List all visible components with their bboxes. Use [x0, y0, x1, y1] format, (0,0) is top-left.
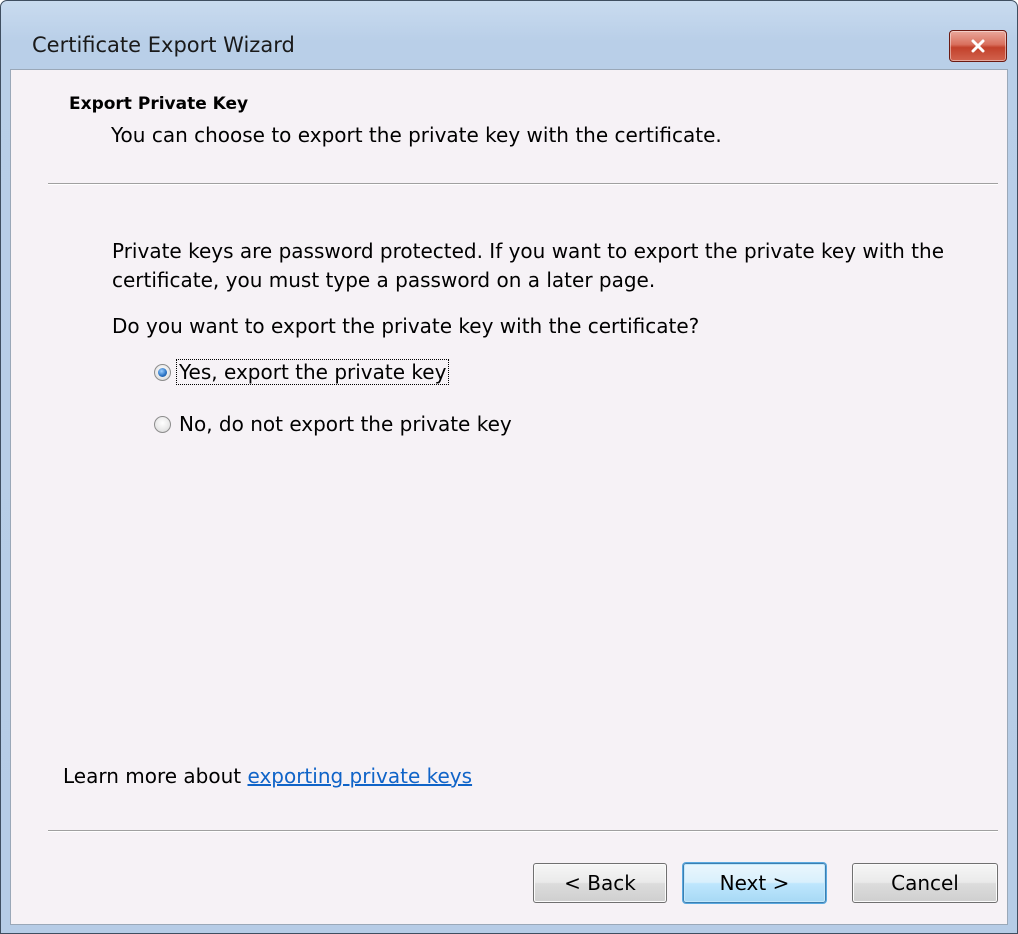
wizard-page: Export Private Key You can choose to exp… — [10, 69, 1008, 925]
back-button[interactable]: < Back — [533, 863, 667, 903]
page-heading: Export Private Key — [69, 94, 249, 114]
footer-divider — [48, 830, 998, 832]
title-bar[interactable]: Certificate Export Wizard — [1, 1, 1017, 69]
wizard-window: Certificate Export Wizard Export Private… — [0, 0, 1018, 934]
radio-no-label[interactable]: No, do not export the private key — [177, 412, 514, 436]
window-title: Certificate Export Wizard — [32, 33, 295, 57]
learn-more-text: Learn more about exporting private keys — [63, 764, 472, 788]
cancel-button[interactable]: Cancel — [852, 863, 998, 903]
radio-yes[interactable] — [154, 363, 171, 381]
export-key-yes-option[interactable]: Yes, export the private key — [154, 358, 450, 386]
question-text: Do you want to export the private key wi… — [112, 314, 700, 338]
radio-no[interactable] — [154, 415, 171, 433]
page-description: You can choose to export the private key… — [111, 123, 722, 147]
exporting-private-keys-link[interactable]: exporting private keys — [247, 764, 472, 788]
intro-text: Private keys are password protected. If … — [112, 239, 944, 292]
close-icon — [970, 39, 986, 53]
header-divider — [48, 183, 998, 185]
close-button[interactable] — [949, 30, 1007, 62]
export-key-no-option[interactable]: No, do not export the private key — [154, 410, 514, 438]
next-button[interactable]: Next > — [683, 863, 826, 903]
learn-more-prefix: Learn more about — [63, 764, 248, 788]
radio-yes-label[interactable]: Yes, export the private key — [175, 359, 450, 385]
